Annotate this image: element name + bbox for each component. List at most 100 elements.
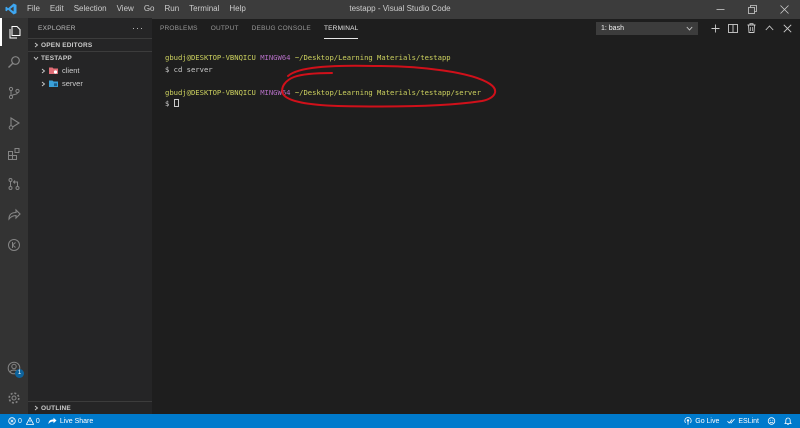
- menu-run[interactable]: Run: [159, 0, 184, 18]
- menu-help[interactable]: Help: [224, 0, 250, 18]
- status-bar: 0 0 Live Share Go Live ESLint: [0, 414, 800, 428]
- split-terminal-button[interactable]: [724, 18, 742, 38]
- open-editors-label: OPEN EDITORS: [41, 41, 93, 49]
- menu-selection[interactable]: Selection: [69, 0, 112, 18]
- notifications-button[interactable]: [784, 414, 792, 428]
- project-section[interactable]: TESTAPP: [28, 51, 152, 64]
- menu-bar: File Edit Selection View Go Run Terminal…: [22, 0, 251, 18]
- tree-item-label: client: [62, 66, 80, 75]
- live-share-label: Live Share: [59, 417, 94, 425]
- broadcast-icon: [684, 417, 692, 425]
- terminal-input-line: $: [165, 98, 481, 110]
- activity-bar: 1: [0, 18, 28, 414]
- terminal-line: gbudj@DESKTOP-VBNQICU MINGW64 ~/Desktop/…: [165, 87, 481, 99]
- tree-item-server[interactable]: server: [28, 77, 152, 90]
- prompt-user: gbudj@DESKTOP-VBNQICU: [165, 53, 256, 62]
- pull-requests-icon[interactable]: [0, 170, 28, 198]
- explorer-icon[interactable]: [0, 18, 28, 46]
- error-count: 0: [18, 417, 22, 425]
- close-icon: [779, 4, 789, 14]
- live-share-icon: [48, 417, 57, 424]
- go-live-label: Go Live: [695, 417, 720, 425]
- chevron-right-icon: [38, 81, 48, 87]
- accounts-icon[interactable]: 1: [0, 354, 28, 382]
- eslint-label: ESLint: [738, 417, 759, 425]
- chevron-down-icon: [31, 55, 41, 61]
- tab-output[interactable]: OUTPUT: [211, 19, 239, 39]
- terminal-output[interactable]: gbudj@DESKTOP-VBNQICU MINGW64 ~/Desktop/…: [165, 52, 481, 110]
- outline-label: OUTLINE: [41, 404, 71, 412]
- menu-file[interactable]: File: [22, 0, 45, 18]
- minimize-icon: [716, 8, 724, 10]
- tab-problems[interactable]: PROBLEMS: [160, 19, 198, 39]
- explorer-sidebar: EXPLORER ··· OPEN EDITORS TESTAPP client…: [28, 18, 152, 414]
- feedback-button[interactable]: [767, 414, 776, 428]
- prompt-user: gbudj@DESKTOP-VBNQICU: [165, 87, 256, 97]
- terminal-command: $ cd server: [165, 64, 213, 74]
- check-double-icon: [727, 418, 736, 424]
- prompt-host: MINGW64: [260, 53, 291, 62]
- new-terminal-button[interactable]: [706, 18, 724, 38]
- panel-area: PROBLEMS OUTPUT DEBUG CONSOLE TERMINAL 1…: [152, 18, 800, 414]
- close-panel-button[interactable]: [778, 18, 796, 38]
- trash-icon: [747, 23, 755, 33]
- server-folder-icon: [49, 80, 58, 87]
- menu-edit[interactable]: Edit: [45, 0, 69, 18]
- restore-button[interactable]: [736, 0, 768, 18]
- panel-tab-bar: PROBLEMS OUTPUT DEBUG CONSOLE TERMINAL 1…: [152, 18, 800, 39]
- terminal-select-value: 1: bash: [601, 24, 624, 32]
- maximize-panel-button[interactable]: [760, 18, 778, 38]
- go-live-status[interactable]: Go Live: [684, 414, 719, 428]
- live-share-status[interactable]: Live Share: [48, 414, 93, 428]
- plus-icon: [711, 24, 719, 32]
- warning-count: 0: [35, 417, 40, 425]
- eslint-status[interactable]: ESLint: [727, 414, 759, 428]
- kill-terminal-button[interactable]: [742, 18, 760, 38]
- chevron-right-icon: [31, 405, 41, 411]
- extensions-icon[interactable]: [0, 140, 28, 168]
- menu-view[interactable]: View: [112, 0, 139, 18]
- minimize-button[interactable]: [704, 0, 736, 18]
- prompt-path: ~/Desktop/Learning Materials/testapp/ser…: [294, 87, 481, 97]
- client-folder-icon: [49, 67, 58, 74]
- tree-item-label: server: [62, 79, 83, 88]
- vscode-logo-icon: [0, 0, 22, 18]
- manage-gear-icon[interactable]: [0, 384, 28, 412]
- close-window-button[interactable]: [768, 0, 800, 18]
- feedback-icon: [767, 417, 776, 425]
- chevron-down-icon: [686, 26, 693, 31]
- tab-debug-console[interactable]: DEBUG CONSOLE: [252, 19, 311, 39]
- terminal-select[interactable]: 1: bash: [596, 21, 698, 35]
- terminal-line: gbudj@DESKTOP-VBNQICU MINGW64 ~/Desktop/…: [165, 52, 481, 64]
- prompt-host: MINGW64: [260, 87, 291, 97]
- source-control-icon[interactable]: [0, 79, 28, 107]
- search-icon[interactable]: [0, 48, 28, 76]
- warning-icon: [25, 417, 34, 425]
- prompt-path: ~/Desktop/Learning Materials/testapp: [294, 53, 451, 62]
- menu-go[interactable]: Go: [139, 0, 160, 18]
- live-share-icon[interactable]: [0, 201, 28, 229]
- remote-explorer-icon[interactable]: [0, 231, 28, 259]
- explorer-title: EXPLORER: [38, 24, 76, 32]
- open-editors-section[interactable]: OPEN EDITORS: [28, 38, 152, 51]
- bell-icon: [784, 417, 792, 425]
- chevron-up-icon: [764, 25, 774, 31]
- split-icon: [728, 23, 738, 33]
- menu-terminal[interactable]: Terminal: [184, 0, 224, 18]
- outline-section[interactable]: OUTLINE: [28, 401, 152, 414]
- run-debug-icon[interactable]: [0, 109, 28, 137]
- tree-item-client[interactable]: client: [28, 64, 152, 77]
- tab-terminal[interactable]: TERMINAL: [323, 19, 359, 39]
- accounts-badge: 1: [15, 369, 24, 378]
- error-icon: [8, 417, 16, 425]
- more-actions-icon[interactable]: ···: [132, 23, 144, 33]
- restore-icon: [747, 4, 757, 14]
- chevron-right-icon: [38, 68, 48, 74]
- title-bar: File Edit Selection View Go Run Terminal…: [0, 0, 800, 18]
- problems-status[interactable]: 0 0: [8, 414, 40, 428]
- close-icon: [782, 23, 792, 33]
- project-label: TESTAPP: [41, 54, 72, 62]
- prompt-dollar: $: [165, 99, 174, 108]
- terminal-cursor: [173, 99, 179, 107]
